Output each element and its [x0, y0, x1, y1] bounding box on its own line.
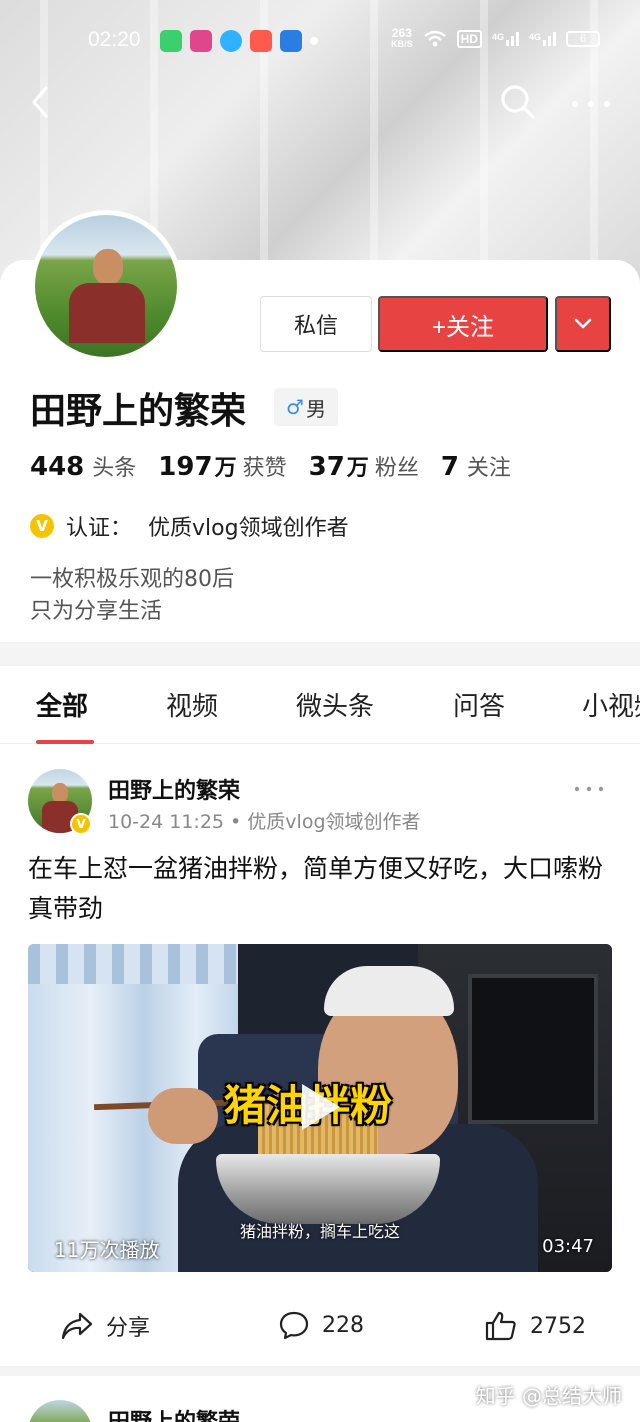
video-player[interactable]: 猪油拌粉 猪油拌粉，搁车上吃这 11万次播放 03:47 — [28, 944, 612, 1272]
app-notification-icon — [220, 30, 242, 52]
video-frame-bowl — [216, 1154, 440, 1224]
stat-label: 获赞 — [242, 456, 287, 481]
stat-label: 粉丝 — [374, 456, 419, 481]
chevron-down-icon — [574, 318, 592, 329]
status-time: 02:20 — [88, 28, 141, 51]
network-speed: 263 KB/S — [391, 26, 413, 50]
content-tabs: 全部 视频 微头条 问答 小视频 — [0, 666, 640, 744]
post-more-icon[interactable] — [572, 783, 606, 795]
avatar-image — [35, 215, 177, 357]
comment-button[interactable]: 228 — [278, 1310, 364, 1340]
verification-info: V 认证： 优质vlog领域创作者 — [30, 510, 349, 542]
post-author-name[interactable]: 田野上的繁荣 — [108, 1404, 240, 1422]
share-icon — [61, 1312, 93, 1340]
network-speed-unit: KB/S — [391, 39, 413, 49]
wifi-icon — [423, 30, 446, 47]
tab-videos[interactable]: 视频 — [166, 686, 218, 723]
verified-badge-icon: V — [70, 813, 92, 835]
post-actions: 分享 228 2752 — [0, 1300, 640, 1354]
feed-post: V 田野上的繁荣 10-24 11:25 • 优质vlog领域创作者 在车上怼一… — [0, 745, 640, 1365]
video-play-count: 11万次播放 — [54, 1238, 160, 1262]
play-icon[interactable] — [296, 1080, 344, 1134]
male-icon: ♂ — [286, 395, 304, 419]
active-tab-indicator — [36, 740, 94, 744]
tab-micro-posts[interactable]: 微头条 — [296, 686, 374, 723]
like-count: 2752 — [530, 1313, 586, 1339]
video-frame-window — [468, 974, 598, 1124]
post-meta: 10-24 11:25 • 优质vlog领域创作者 — [108, 811, 421, 833]
watermark: 知乎 @总结大师 — [475, 1384, 622, 1408]
more-options-icon[interactable] — [570, 82, 612, 122]
stat-articles[interactable]: 448 头条 — [30, 450, 136, 482]
signal-label: 4G — [528, 32, 541, 42]
profile-bio: 一枚积极乐观的80后 只为分享生活 — [30, 564, 234, 628]
stat-value: 7 — [440, 452, 459, 482]
recommend-dropdown-button[interactable] — [555, 296, 611, 352]
stat-fans[interactable]: 37 万 粉丝 — [309, 450, 419, 482]
signal-label: 4G — [491, 32, 504, 42]
top-navigation — [0, 80, 640, 124]
profile-stats: 448 头条 197 万 获赞 37 万 粉丝 7 关注 — [30, 450, 533, 482]
bio-line: 只为分享生活 — [30, 599, 163, 624]
back-arrow-icon[interactable] — [26, 84, 56, 120]
gender-badge: ♂ 男 — [274, 388, 338, 426]
verify-label: 认证： — [66, 516, 133, 541]
app-notification-icon — [160, 30, 182, 52]
post-author-name[interactable]: 田野上的繁荣 — [108, 773, 240, 805]
like-button[interactable]: 2752 — [484, 1310, 586, 1342]
thumbs-up-icon — [485, 1311, 516, 1341]
bio-line: 一枚积极乐观的80后 — [30, 567, 234, 592]
video-frame-cap — [324, 966, 454, 1016]
hd-icon: HD — [456, 30, 482, 48]
share-button[interactable]: 分享 — [60, 1310, 150, 1342]
video-duration: 03:47 — [542, 1236, 594, 1257]
battery-icon: 6 — [566, 31, 600, 47]
message-button[interactable]: 私信 — [260, 296, 372, 352]
video-frame-hand — [148, 1088, 218, 1144]
stat-following[interactable]: 7 关注 — [441, 450, 511, 482]
comment-count: 228 — [322, 1312, 364, 1338]
verified-badge-icon: V — [30, 514, 54, 538]
stat-unit: 万 — [214, 456, 237, 481]
stat-value: 448 — [30, 452, 85, 482]
search-icon[interactable] — [498, 82, 538, 122]
stat-value: 37 — [308, 452, 345, 482]
stat-value: 197 — [158, 452, 213, 482]
status-app-icons — [160, 30, 318, 52]
stat-label: 关注 — [466, 456, 511, 481]
section-divider — [0, 1366, 640, 1376]
verify-text: 优质vlog领域创作者 — [148, 516, 349, 541]
section-divider — [0, 642, 640, 666]
status-bar: 02:20 263 KB/S HD 4G 4G 6 — [0, 24, 640, 60]
app-notification-icon — [250, 30, 272, 52]
signal-4g-icon: 4G — [492, 32, 519, 46]
app-notification-icon — [190, 30, 212, 52]
post-text[interactable]: 在车上怼一盆猪油拌粉，简单方便又好吃，大口嗦粉真带劲 — [28, 849, 612, 929]
stat-likes[interactable]: 197 万 获赞 — [158, 450, 286, 482]
signal-4g-icon: 4G — [529, 32, 556, 46]
network-speed-value: 263 — [391, 26, 412, 40]
status-indicators: 263 KB/S HD 4G 4G 6 — [391, 26, 600, 50]
profile-avatar[interactable] — [30, 210, 182, 362]
tab-qa[interactable]: 问答 — [453, 686, 505, 723]
app-notification-icon — [280, 30, 302, 52]
post-author-avatar[interactable] — [28, 1400, 92, 1422]
profile-name: 田野上的繁荣 — [30, 391, 247, 432]
comment-icon — [279, 1311, 309, 1340]
tab-all[interactable]: 全部 — [36, 686, 88, 723]
stat-label: 头条 — [92, 456, 137, 481]
tab-short-videos[interactable]: 小视频 — [582, 686, 640, 723]
more-notifications-dot-icon — [310, 37, 318, 45]
share-label: 分享 — [106, 1316, 151, 1341]
gender-label: 男 — [305, 396, 326, 421]
follow-button[interactable]: +关注 — [378, 296, 548, 352]
stat-unit: 万 — [346, 456, 369, 481]
